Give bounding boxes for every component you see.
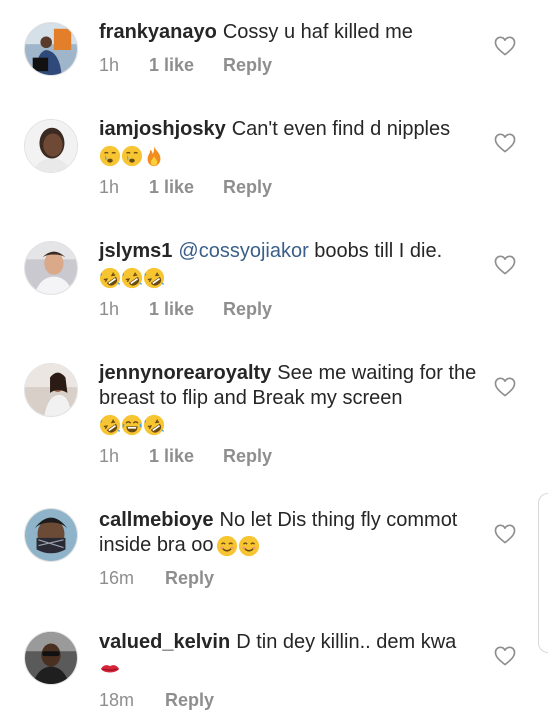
comment-body: jslyms1 @cossyojiakor boobs till I die. bbox=[99, 239, 479, 291]
comment-username[interactable]: valued_kelvin bbox=[99, 631, 230, 653]
comment-text: D tin dey killin.. dem kwa bbox=[236, 631, 457, 653]
comment-likes[interactable]: 1 like bbox=[149, 446, 223, 467]
comment-time: 1h bbox=[99, 446, 120, 466]
reply-button[interactable]: Reply bbox=[223, 55, 272, 76]
comment-time: 18m bbox=[99, 690, 135, 710]
comment-body: frankyanayo Cossy u haf killed me bbox=[99, 20, 479, 45]
comment-username[interactable]: frankyanayo bbox=[99, 21, 217, 43]
comment-likes[interactable]: 1 like bbox=[149, 55, 223, 76]
reply-button[interactable]: Reply bbox=[165, 568, 214, 589]
avatar[interactable] bbox=[24, 22, 78, 76]
comment-likes[interactable]: 1 like bbox=[149, 299, 223, 320]
comment-meta: 1h 1 like Reply bbox=[99, 177, 272, 198]
heart-outline-icon[interactable] bbox=[494, 36, 516, 56]
heart-outline-icon[interactable] bbox=[494, 646, 516, 666]
comment-username[interactable]: jennynorearoyalty bbox=[99, 362, 271, 384]
heart-outline-icon[interactable] bbox=[494, 255, 516, 275]
comment-body: valued_kelvin D tin dey killin.. dem kwa bbox=[99, 630, 479, 682]
rofl-icon bbox=[143, 414, 165, 436]
comment-list: frankyanayo Cossy u haf killed me 1h 1 li… bbox=[0, 0, 548, 720]
comment-time: 1h bbox=[99, 299, 120, 319]
comment-text: Can't even find d nipples bbox=[231, 118, 451, 140]
avatar[interactable] bbox=[24, 631, 78, 685]
lips-icon bbox=[99, 658, 121, 680]
comment-username[interactable]: jslyms1 bbox=[99, 240, 172, 262]
comment-text: boobs till I die. bbox=[314, 240, 443, 262]
smiling-face-icon bbox=[238, 535, 260, 557]
comment-username[interactable]: iamjoshjosky bbox=[99, 118, 226, 140]
comment-body: callmebioye No let Dis thing fly commot i… bbox=[99, 508, 479, 558]
fire-icon bbox=[143, 145, 165, 167]
reply-button[interactable]: Reply bbox=[223, 177, 272, 198]
reply-button[interactable]: Reply bbox=[223, 299, 272, 320]
comment-body: jennynorearoyalty See me waiting for the … bbox=[99, 361, 479, 438]
comment-time: 16m bbox=[99, 568, 135, 588]
comment-meta: 1h 1 like Reply bbox=[99, 446, 272, 467]
comment-emojis bbox=[99, 143, 479, 169]
avatar[interactable] bbox=[24, 241, 78, 295]
joy-icon bbox=[121, 414, 143, 436]
comment-body: iamjoshjosky Can't even find d nipples bbox=[99, 117, 479, 169]
comment-time: 1h bbox=[99, 177, 120, 197]
comment-meta: 18m Reply bbox=[99, 690, 214, 711]
scrollbar-handle[interactable] bbox=[538, 493, 548, 653]
comment-emojis bbox=[99, 412, 479, 438]
comment-emojis bbox=[99, 656, 479, 682]
crying-face-icon bbox=[99, 145, 121, 167]
comment-meta: 16m Reply bbox=[99, 568, 214, 589]
comment-username[interactable]: callmebioye bbox=[99, 509, 214, 531]
rofl-icon bbox=[143, 267, 165, 289]
comment-mention[interactable]: @cossyojiakor bbox=[178, 240, 308, 262]
heart-outline-icon[interactable] bbox=[494, 133, 516, 153]
heart-outline-icon[interactable] bbox=[494, 524, 516, 544]
comment-emojis bbox=[99, 265, 479, 291]
comment-likes[interactable]: 1 like bbox=[149, 177, 223, 198]
rofl-icon bbox=[121, 267, 143, 289]
smiling-face-icon bbox=[216, 535, 238, 557]
avatar[interactable] bbox=[24, 363, 78, 417]
rofl-icon bbox=[99, 267, 121, 289]
reply-button[interactable]: Reply bbox=[223, 446, 272, 467]
comment-meta: 1h 1 like Reply bbox=[99, 55, 272, 76]
crying-face-icon bbox=[121, 145, 143, 167]
comment-meta: 1h 1 like Reply bbox=[99, 299, 272, 320]
heart-outline-icon[interactable] bbox=[494, 377, 516, 397]
reply-button[interactable]: Reply bbox=[165, 690, 214, 711]
avatar[interactable] bbox=[24, 119, 78, 173]
comment-time: 1h bbox=[99, 55, 120, 75]
avatar[interactable] bbox=[24, 508, 78, 562]
comment-text: Cossy u haf killed me bbox=[222, 21, 413, 43]
rofl-icon bbox=[99, 414, 121, 436]
